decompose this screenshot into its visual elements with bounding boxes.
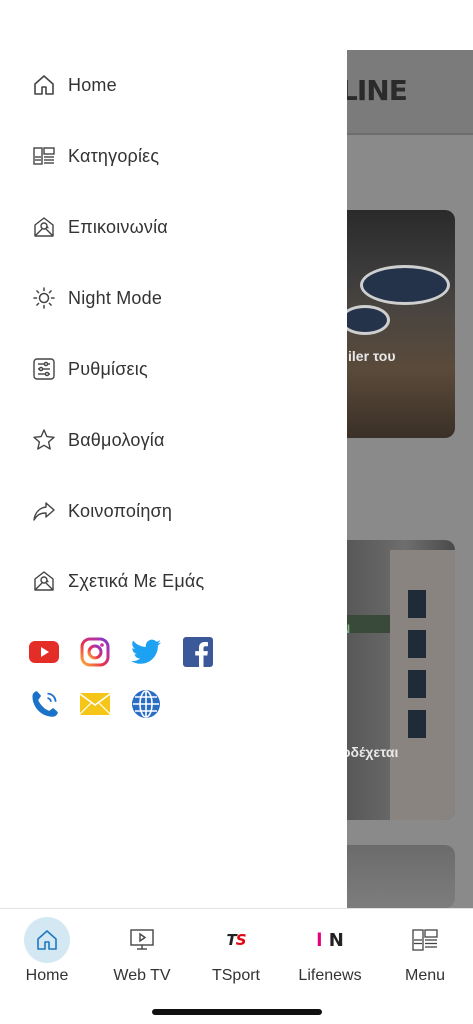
globe-icon[interactable] — [131, 689, 161, 719]
tv-icon — [119, 917, 165, 963]
drawer-item-night-mode[interactable]: Night Mode — [30, 278, 162, 318]
tsport-logo: TS — [213, 917, 259, 963]
drawer-item-contact[interactable]: Επικοινωνία — [30, 207, 168, 247]
drawer-item-label: Σχετικά Με Εμάς — [68, 570, 205, 591]
tsport-logo-t: T — [226, 931, 236, 949]
status-bar — [0, 0, 473, 50]
nav-home[interactable]: Home — [0, 917, 94, 987]
drawer-item-rating[interactable]: Βαθμολογία — [30, 420, 165, 460]
lifenews-logo: l N — [307, 917, 353, 963]
drawer-item-share[interactable]: Κοινοποίηση — [30, 491, 172, 531]
drawer-item-home[interactable]: Home — [30, 65, 117, 105]
drawer-item-label: Ρυθμίσεις — [68, 358, 148, 379]
nav-web-tv[interactable]: Web TV — [95, 917, 189, 987]
settings-sliders-icon — [30, 355, 58, 383]
email-icon[interactable] — [80, 689, 110, 719]
home-icon — [24, 917, 70, 963]
background-article-card: ON οδέχεται ι — [330, 540, 455, 820]
nav-menu[interactable]: Menu — [378, 917, 472, 987]
drawer-item-about[interactable]: Σχετικά Με Εμάς — [30, 561, 204, 601]
about-mail-icon — [30, 567, 58, 595]
home-indicator[interactable] — [152, 1009, 322, 1015]
nav-label: Web TV — [113, 967, 171, 984]
sun-icon — [30, 284, 58, 312]
drawer-item-label: Κατηγορίες — [68, 145, 160, 166]
nav-lifenews[interactable]: l N Lifenews — [283, 917, 377, 987]
lifenews-logo-n: N — [328, 929, 344, 951]
drawer-item-label: Home — [68, 74, 117, 95]
home-icon — [30, 71, 58, 99]
contact-mail-icon — [30, 213, 58, 241]
categories-icon — [30, 142, 58, 170]
drawer-item-categories[interactable]: Κατηγορίες — [30, 136, 159, 176]
tsport-logo-s: S — [235, 931, 247, 949]
phone-icon[interactable] — [29, 689, 59, 719]
twitter-icon[interactable] — [131, 637, 161, 667]
nav-tsport[interactable]: TS TSport — [189, 917, 283, 987]
drawer-item-settings[interactable]: Ρυθμίσεις — [30, 349, 148, 389]
background-card-title: iler του — [348, 348, 396, 364]
menu-grid-icon — [402, 917, 448, 963]
share-icon — [30, 497, 58, 525]
instagram-icon[interactable] — [80, 637, 110, 667]
drawer-item-label: Night Mode — [68, 287, 163, 308]
background-card-title: οδέχεται — [342, 744, 399, 760]
nav-label: Home — [25, 967, 69, 984]
drawer-item-label: Κοινοποίηση — [68, 500, 173, 521]
drawer-item-label: Επικοινωνία — [68, 216, 168, 237]
youtube-icon[interactable] — [29, 637, 59, 667]
background-logo: LINE — [340, 74, 408, 107]
nav-label: TSport — [211, 967, 260, 984]
background-article-card: iler του — [330, 210, 455, 438]
lifenews-logo-l: l — [316, 929, 323, 951]
bottom-navigation: Home Web TV TS TSport l N Lifenews Menu — [0, 908, 473, 1024]
nav-label: Lifenews — [298, 967, 362, 984]
side-drawer: Home Κατηγορίες Επικοινωνία Night Mode Ρ… — [0, 50, 347, 908]
star-icon — [30, 426, 58, 454]
drawer-item-label: Βαθμολογία — [68, 429, 165, 450]
background-article-card — [330, 845, 455, 908]
facebook-icon[interactable] — [183, 637, 213, 667]
nav-label: Menu — [404, 967, 446, 984]
